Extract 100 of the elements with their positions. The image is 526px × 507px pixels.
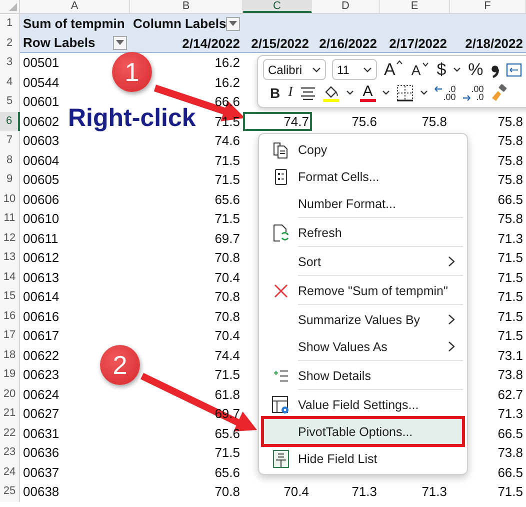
row-header[interactable]: 14 [0,268,20,287]
fill-color-icon[interactable] [322,84,340,102]
menu-item[interactable]: Value Field Settings... [263,389,463,418]
table-cell: 73.8 [498,367,523,382]
filter-button[interactable] [113,36,127,50]
table-cell: 16.2 [214,55,240,70]
table-cell: 73.8 [498,445,523,460]
table-cell: 71.5 [214,152,240,168]
row-header[interactable]: 13 [0,248,20,268]
shrink-font-button[interactable]: A [410,62,430,78]
arrow-icon [462,95,471,102]
row-header[interactable]: 9 [0,170,20,190]
row-header[interactable]: 6 [0,112,20,131]
row-header[interactable]: 4 [0,72,20,92]
merge-cells-icon[interactable] [506,62,522,78]
row-header[interactable]: 23 [0,443,20,462]
menu-item[interactable]: Show Details [263,360,463,389]
row-header[interactable]: 16 [0,306,20,326]
row-header[interactable]: 7 [0,131,20,150]
table-cell: 71.5 [214,172,240,187]
table-cell: 74.6 [214,133,240,148]
table-cell: 70.4 [214,270,240,284]
caret-icon[interactable] [420,90,428,96]
menu-item[interactable]: Format Cells... [263,163,463,190]
column-header[interactable]: F [450,0,526,13]
font-dropdown[interactable]: Calibri [263,59,326,80]
row-header[interactable]: 12 [0,228,20,248]
table-cell: 75.8 [498,211,523,226]
table-cell: 71.5 [498,484,523,499]
table-cell: 75.8 [498,114,523,128]
menu-item[interactable]: Summarize Values By [263,304,463,333]
table-cell: 00624 [23,386,60,402]
format-painter-icon[interactable] [490,84,508,102]
column-header[interactable]: D [312,0,380,13]
table-cell: 71.3 [422,484,447,499]
row-header[interactable]: 17 [0,326,20,346]
currency-button[interactable]: $ [436,60,448,80]
font-size-dropdown[interactable]: 11 [332,59,377,80]
row-header[interactable]: 5 [0,92,20,112]
menu-item[interactable]: Show Values As [263,333,463,360]
italic-button[interactable]: I [287,85,294,102]
percent-button[interactable]: % [467,60,484,80]
table-cell: 65.6 [214,192,240,206]
caret-icon[interactable] [382,90,390,96]
chevron-icon [363,66,372,73]
table-cell: 00601 [23,94,60,109]
caret-icon[interactable] [453,66,462,73]
table-cell: 71.5 [498,308,523,324]
row-header[interactable]: 11 [0,209,20,228]
table-cell: 00606 [23,192,60,206]
row-header[interactable]: 20 [0,384,20,404]
decrease-decimal-button[interactable]: .0 .00 [434,85,456,102]
chevron-icon [312,66,321,73]
bold-button[interactable]: B [269,85,282,102]
row-header[interactable]: 19 [0,365,20,384]
table-cell: 70.4 [284,484,309,499]
filter-button[interactable] [226,16,240,31]
row-header[interactable]: 1 [0,14,20,34]
table-cell: 00637 [23,464,60,480]
table-cell: 00605 [23,172,60,187]
table-cell-text: Row Labels [23,34,96,52]
row-header[interactable]: 24 [0,462,20,482]
align-center-icon[interactable] [300,86,316,100]
row-header[interactable]: 3 [0,53,20,72]
row-header[interactable]: 21 [0,404,20,424]
increase-decimal-button[interactable]: .00 .0 [462,85,484,102]
row-header[interactable]: 8 [0,150,20,170]
menu-item[interactable]: Copy [263,136,463,163]
row-header[interactable]: 22 [0,424,20,443]
table-cell: 00611 [23,230,58,246]
caret-icon[interactable] [346,90,354,96]
table-cell: 00631 [23,426,60,440]
menu-item[interactable]: Refresh [263,217,463,246]
table-cell: 74.7 [284,114,309,128]
table-cell: 66.5 [498,192,523,206]
table-cell: 2/15/2022 [243,34,312,53]
column-header[interactable]: E [380,0,450,13]
table-cell: 16.2 [214,74,240,90]
table-cell: 00501 [23,55,60,70]
corner-triangle-icon [8,2,18,12]
copy-icon [272,140,290,158]
row-header[interactable]: 25 [0,482,20,502]
table-cell: 71.5 [214,445,240,460]
column-header[interactable]: A [20,0,130,13]
row-header[interactable]: 10 [0,190,20,209]
menu-item[interactable]: PivotTable Options... [263,418,463,445]
table-cell: 75.8 [422,114,447,128]
table-cell: 00604 [23,152,60,168]
menu-item[interactable]: Hide Field List [263,445,463,472]
row-header[interactable]: 18 [0,346,20,365]
borders-icon[interactable] [396,84,414,102]
row-header[interactable]: 2 [0,34,20,53]
font-color-button[interactable]: A [360,84,376,102]
menu-item[interactable]: Remove "Sum of tempmin" [263,275,463,304]
grow-font-button[interactable]: A [383,60,404,80]
row-header[interactable]: 15 [0,287,20,306]
menu-item[interactable]: Number Format... [263,190,463,217]
menu-item[interactable]: Sort [263,246,463,275]
table-cell: 66.6 [214,94,240,109]
column-header[interactable]: C [243,0,312,13]
